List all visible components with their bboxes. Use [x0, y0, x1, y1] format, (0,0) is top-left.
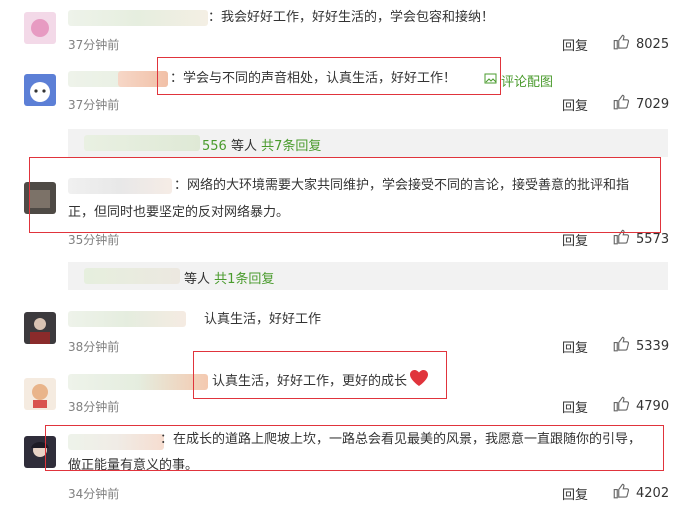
like-button[interactable]: 4202	[612, 482, 669, 504]
thumbs-up-icon	[612, 482, 630, 504]
thumbs-up-icon	[612, 335, 630, 357]
comment-time: 38分钟前	[68, 340, 120, 354]
highlight-box	[157, 57, 501, 95]
subreply-summary[interactable]: 556 等人 共7条回复	[202, 135, 321, 154]
like-count: 4202	[636, 485, 670, 501]
image-comment-label: 评论配图	[501, 75, 554, 90]
like-button[interactable]: 8025	[612, 33, 669, 55]
like-count: 5339	[636, 338, 670, 354]
highlight-box	[193, 351, 447, 399]
highlight-box	[29, 157, 661, 233]
view-replies-link[interactable]: 共1条回复	[214, 272, 274, 287]
avatar[interactable]	[24, 378, 56, 410]
like-count: 4790	[636, 398, 670, 414]
avatar[interactable]	[24, 312, 56, 344]
subreply-users-blurred	[84, 135, 200, 151]
highlight-box	[45, 425, 664, 471]
thumbs-up-icon	[612, 33, 630, 55]
username-blurred[interactable]	[68, 10, 208, 26]
like-count: 7029	[636, 96, 670, 112]
like-button[interactable]: 5339	[612, 335, 669, 357]
like-button[interactable]: 4790	[612, 395, 669, 417]
subreply-summary[interactable]: 等人 共1条回复	[184, 268, 274, 287]
comment-time: 37分钟前	[68, 38, 120, 52]
like-count: 5573	[636, 231, 670, 247]
username-blurred[interactable]	[68, 374, 208, 390]
thumbs-up-icon	[612, 395, 630, 417]
reply-button[interactable]: 回复	[562, 397, 588, 416]
comment-time: 37分钟前	[68, 98, 120, 112]
comment-text: 认真生活，好好工作	[204, 312, 322, 327]
comment-time: 38分钟前	[68, 400, 120, 414]
avatar[interactable]	[24, 12, 56, 44]
thumbs-up-icon	[612, 93, 630, 115]
reply-button[interactable]: 回复	[562, 35, 588, 54]
like-button[interactable]: 7029	[612, 93, 669, 115]
subreply-users-blurred	[84, 268, 180, 284]
comment-time: 35分钟前	[68, 233, 120, 247]
comment-text: ：我会好好工作，好好生活的，学会包容和接纳！	[208, 10, 495, 25]
reply-button[interactable]: 回复	[562, 484, 588, 503]
username-blurred[interactable]	[68, 311, 186, 327]
view-replies-link[interactable]: 共7条回复	[261, 139, 321, 154]
reply-button[interactable]: 回复	[562, 337, 588, 356]
reply-button[interactable]: 回复	[562, 95, 588, 114]
avatar[interactable]	[24, 74, 56, 106]
like-count: 8025	[636, 36, 670, 52]
comment-time: 34分钟前	[68, 487, 120, 501]
